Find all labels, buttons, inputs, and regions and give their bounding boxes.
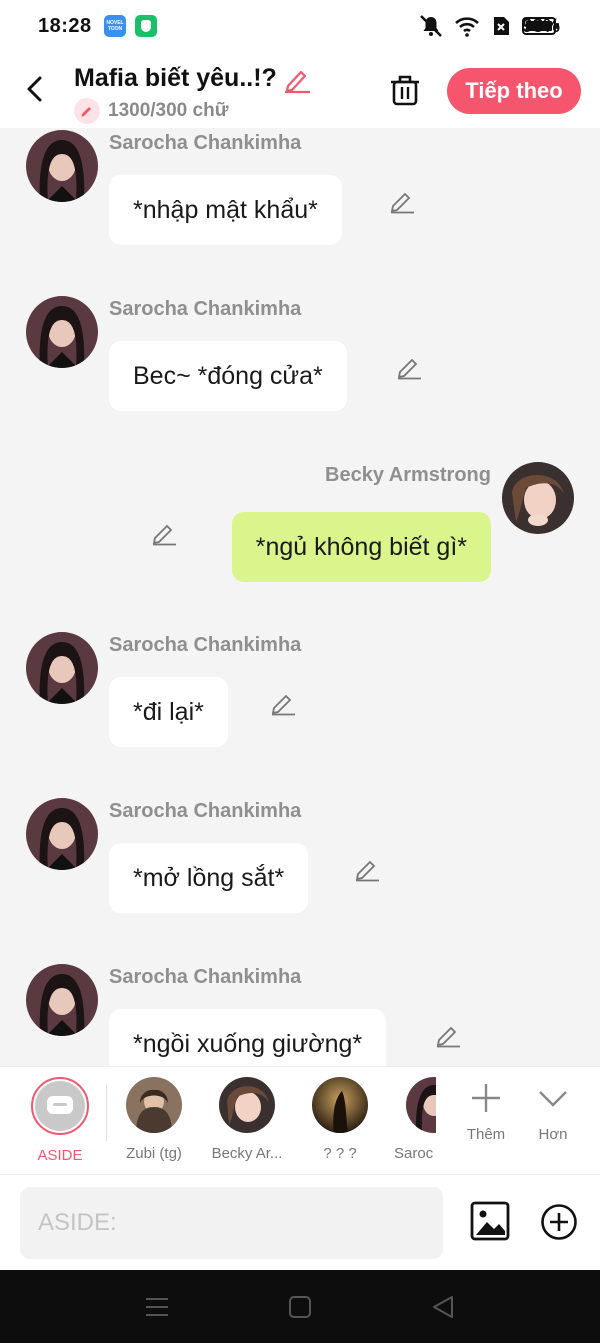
no-sim-icon bbox=[494, 17, 509, 35]
sender-name: Sarocha Chankimha bbox=[109, 634, 302, 656]
home-icon[interactable] bbox=[285, 1292, 315, 1322]
message-bubble[interactable]: *ngồi xuống giường* bbox=[109, 1009, 387, 1066]
back-arrow-icon[interactable] bbox=[22, 72, 52, 106]
character-label: Becky Ar... bbox=[211, 1145, 283, 1162]
story-title: Mafia biết yêu..!? bbox=[74, 64, 277, 92]
edit-message-icon[interactable] bbox=[354, 856, 380, 882]
battery-percent: 93% bbox=[522, 16, 561, 37]
character-unknown[interactable]: ? ? ? bbox=[310, 1077, 370, 1162]
shield-app-icon bbox=[135, 15, 157, 37]
pencil-icon bbox=[74, 98, 100, 124]
add-label: Thêm bbox=[466, 1126, 506, 1143]
add-character-button[interactable]: Thêm bbox=[456, 1081, 516, 1143]
wifi-icon bbox=[455, 17, 479, 37]
plus-icon bbox=[472, 1084, 500, 1112]
sender-name: Sarocha Chankimha bbox=[109, 132, 302, 154]
add-circle-icon[interactable] bbox=[540, 1203, 578, 1241]
aside-selected-ring bbox=[31, 1077, 89, 1135]
novel-app-icon: NOVEL TOON bbox=[104, 15, 126, 37]
chevron-down-icon bbox=[539, 1091, 567, 1107]
message-bubble[interactable]: *ngủ không biết gì* bbox=[231, 512, 491, 582]
character-becky[interactable]: Becky Ar... bbox=[204, 1077, 290, 1162]
composer bbox=[0, 1174, 600, 1270]
edit-message-icon[interactable] bbox=[435, 1022, 461, 1048]
edit-message-icon[interactable] bbox=[389, 188, 415, 214]
character-avatar bbox=[406, 1077, 436, 1133]
message-bubble[interactable]: *nhập mật khẩu* bbox=[109, 175, 342, 245]
trash-icon[interactable] bbox=[388, 72, 422, 108]
menu-icon[interactable] bbox=[142, 1292, 172, 1322]
character-aside[interactable]: ASIDE bbox=[30, 1077, 90, 1164]
word-count: 1300/300 chữ bbox=[74, 98, 228, 124]
message-input[interactable] bbox=[20, 1187, 443, 1259]
image-icon[interactable] bbox=[470, 1201, 510, 1241]
next-button[interactable]: Tiếp theo bbox=[447, 68, 581, 114]
character-label: Zubi (tg) bbox=[126, 1145, 182, 1162]
message-bubble[interactable]: *đi lại* bbox=[109, 677, 228, 747]
divider bbox=[106, 1085, 107, 1141]
status-time: 18:28 bbox=[38, 15, 92, 37]
back-nav-icon[interactable] bbox=[428, 1292, 458, 1322]
message-bubble[interactable]: *mở lồng sắt* bbox=[109, 843, 309, 913]
character-sarocha[interactable]: Saroc bbox=[392, 1077, 436, 1162]
character-selector: ASIDE Zubi (tg) Becky Ar... ? ? ? Saroc … bbox=[0, 1066, 600, 1174]
edit-title-icon[interactable] bbox=[282, 66, 312, 94]
system-nav-bar bbox=[0, 1270, 600, 1343]
avatar[interactable] bbox=[26, 632, 98, 704]
status-bar: 18:28 NOVEL TOON 93% bbox=[0, 0, 600, 54]
avatar[interactable] bbox=[26, 798, 98, 870]
sender-name: Sarocha Chankimha bbox=[109, 800, 302, 822]
editor-header: Mafia biết yêu..!? 1300/300 chữ Tiếp the… bbox=[0, 54, 600, 128]
character-label: Saroc bbox=[394, 1145, 434, 1162]
avatar[interactable] bbox=[26, 964, 98, 1036]
avatar[interactable] bbox=[502, 462, 574, 534]
edit-message-icon[interactable] bbox=[396, 354, 422, 380]
aside-chat-icon bbox=[35, 1081, 85, 1131]
sender-name: Sarocha Chankimha bbox=[109, 966, 302, 988]
character-avatar bbox=[126, 1077, 182, 1133]
avatar[interactable] bbox=[26, 130, 98, 202]
message-bubble[interactable]: Bec~ *đóng cửa* bbox=[109, 341, 347, 411]
character-zubi[interactable]: Zubi (tg) bbox=[120, 1077, 188, 1162]
mute-icon bbox=[420, 15, 442, 37]
edit-message-icon[interactable] bbox=[270, 690, 296, 716]
chat-area: Sarocha Chankimha *nhập mật khẩu* Saroch… bbox=[0, 128, 600, 1066]
character-avatar bbox=[219, 1077, 275, 1133]
sender-name: Sarocha Chankimha bbox=[109, 298, 302, 320]
character-label: ASIDE bbox=[37, 1147, 83, 1164]
sender-name: Becky Armstrong bbox=[325, 464, 491, 486]
avatar[interactable] bbox=[26, 296, 98, 368]
more-label: Hơn bbox=[538, 1126, 568, 1143]
word-count-text: 1300/300 chữ bbox=[108, 100, 229, 121]
character-label: ? ? ? bbox=[323, 1145, 357, 1162]
edit-message-icon[interactable] bbox=[151, 520, 177, 546]
more-button[interactable]: Hơn bbox=[523, 1081, 583, 1143]
character-avatar bbox=[312, 1077, 368, 1133]
